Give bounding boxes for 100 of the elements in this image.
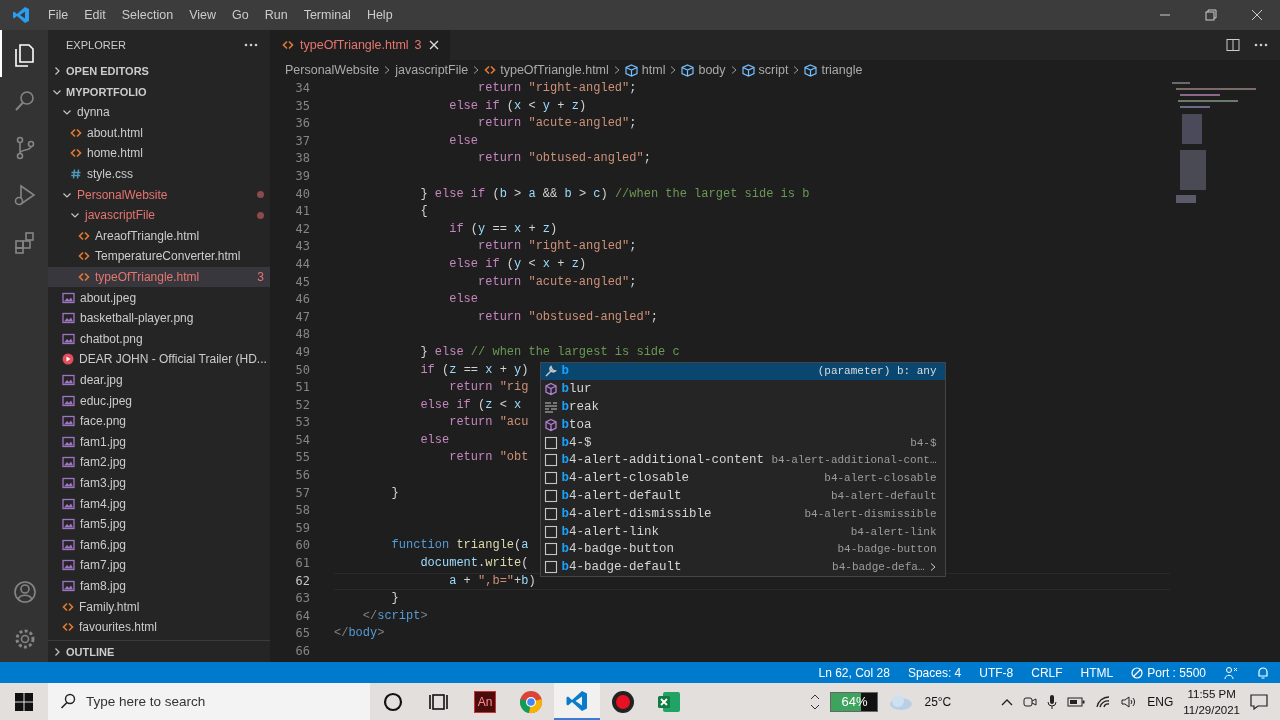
line-number: 55 (294, 449, 310, 467)
tree-item[interactable]: about.jpeg (48, 287, 270, 308)
tree-item[interactable]: fam5.jpg (48, 513, 270, 535)
breadcrumb[interactable]: triangle (804, 63, 863, 77)
suggestion-item[interactable]: b4-alert-dismissible b4-alert-dismissible (540, 504, 945, 523)
tree-item[interactable]: fam2.jpg (48, 452, 270, 473)
tree-item[interactable]: fam6.jpg (48, 534, 270, 556)
breadcrumb[interactable]: typeOfTriangle.html (484, 63, 609, 77)
suggestion-item[interactable]: b4-alert-additional-content b4-alert-additional-cont… (540, 451, 945, 470)
tree-item[interactable]: face.png (48, 410, 270, 432)
tree-item[interactable]: DEAR JOHN - Official Trailer (HD... (48, 349, 270, 370)
breadcrumb[interactable]: PersonalWebsite (285, 63, 380, 77)
code-line: function triangle(a (390, 537, 529, 555)
suggestion-item[interactable]: btoa (540, 416, 945, 434)
line-number: 36 (294, 115, 310, 133)
menu-item[interactable]: Run (256, 4, 296, 26)
tree-item[interactable]: fam1.jpg (48, 431, 270, 453)
suggestion-item[interactable]: b4-alert-default b4-alert-default (540, 487, 945, 505)
line-number: 40 (294, 185, 310, 203)
folder-row[interactable]: dynna (48, 102, 270, 123)
folder-row[interactable]: PersonalWebsite (48, 184, 270, 205)
tree-item[interactable]: Family.html (48, 596, 270, 617)
tree-item[interactable]: style.css (48, 163, 270, 185)
tree-item[interactable]: about.html (48, 122, 270, 144)
clock-date: 11/29/2021 (1183, 702, 1240, 718)
tree-item[interactable]: dear.jpg (48, 369, 270, 391)
split-editor-icon (1226, 38, 1240, 52)
language-indicator[interactable]: ENG (1147, 694, 1174, 709)
tree-item[interactable]: home.html (48, 143, 270, 164)
code-line: document.write( (419, 555, 529, 573)
suggestion-item[interactable]: break (540, 398, 945, 416)
code-line: return "acu (448, 414, 529, 432)
battery-icon (1067, 696, 1086, 707)
chrome-icon (519, 689, 543, 714)
suggestion-item[interactable]: b4-alert-closable b4-alert-closable (540, 469, 945, 488)
breadcrumb[interactable]: html (624, 63, 666, 77)
chevron-icon (612, 65, 621, 75)
tree-item[interactable]: basketball-player.png (48, 307, 270, 329)
suggestion-item[interactable]: blur (540, 380, 945, 399)
editor-tab[interactable]: typeOfTriangle.html 3 (270, 30, 450, 60)
code-brackets-icon (70, 126, 82, 139)
breadcrumb[interactable]: javascriptFile (395, 63, 469, 77)
suggestion-item[interactable]: b4-badge-button b4-badge-button (540, 540, 945, 559)
menu-item[interactable]: Terminal (295, 4, 359, 26)
breadcrumb[interactable]: body (681, 63, 726, 77)
square-icon (543, 435, 558, 450)
cube-icon (543, 382, 558, 397)
code-brackets-icon (282, 39, 294, 51)
status-item[interactable]: Ln 62, Col 28 (818, 665, 890, 680)
chevron-icon (669, 65, 678, 75)
line-number: 39 (294, 167, 310, 185)
tree-item[interactable]: fam3.jpg (48, 472, 270, 494)
menu-item[interactable]: Selection (113, 4, 182, 26)
search-field[interactable]: Type here to search (48, 683, 370, 720)
menu-item[interactable]: Edit (76, 4, 114, 26)
status-item[interactable]: UTF-8 (979, 665, 1014, 680)
image-icon (62, 456, 75, 469)
menu-item[interactable]: View (181, 4, 224, 26)
section-header[interactable]: MYPORTFOLIO (48, 81, 270, 102)
section-header[interactable]: OPEN EDITORS (48, 60, 270, 81)
code-line: </body> (334, 625, 385, 643)
tree-item[interactable]: fam7.jpg (48, 555, 270, 576)
status-item[interactable]: HTML (1080, 665, 1114, 680)
line-number: 57 (294, 484, 310, 502)
suggestion-item[interactable]: b (parameter) b: any (540, 362, 945, 381)
image-icon (62, 332, 75, 345)
code-line: if (y == x + z) (448, 220, 558, 238)
tree-item[interactable]: educ.jpeg (48, 390, 270, 411)
line-number: 34 (294, 80, 310, 97)
line-number: 61 (294, 555, 310, 573)
tree-item[interactable]: favourites.html (48, 616, 270, 638)
code-line: else (448, 291, 479, 309)
folder-row[interactable]: javascriptFile (48, 204, 270, 226)
taskbar-app[interactable]: An (462, 683, 508, 720)
code-line: } (390, 484, 399, 502)
tree-item[interactable]: fam8.jpg (48, 575, 270, 597)
status-item[interactable]: Spaces: 4 (907, 665, 962, 680)
chevron-icon[interactable] (928, 562, 937, 573)
image-icon (62, 538, 75, 551)
status-item[interactable]: CRLF (1031, 665, 1063, 680)
suggestion-item[interactable]: b4-alert-link b4-alert-link (540, 522, 945, 541)
status-dot (257, 211, 264, 219)
suggestion-item[interactable]: b4-$ b4-$ (540, 433, 945, 452)
line-number: 63 (294, 590, 310, 608)
square-icon (543, 471, 558, 486)
section-header[interactable]: OUTLINE (48, 641, 270, 662)
code-line: return "right-angled"; (477, 80, 637, 97)
tree-item[interactable]: chatbot.png (48, 328, 270, 350)
menu-item[interactable]: Help (358, 4, 401, 26)
port-status[interactable]: Port : 5500 (1131, 665, 1206, 680)
code-line: } else if (b > a && b > c) //when the larget side is b (419, 185, 810, 203)
menu-item[interactable]: Go (224, 4, 257, 26)
menu-item[interactable]: File (40, 4, 77, 26)
code-line: } (390, 590, 399, 608)
breadcrumb[interactable]: script (741, 63, 789, 77)
tree-item[interactable]: TemperatureConverter.html (48, 246, 270, 267)
tree-item[interactable]: typeOfTriangle.html 3 (48, 266, 270, 288)
tree-item[interactable]: AreaofTriangle.html (48, 225, 270, 247)
image-icon (62, 559, 75, 572)
tree-item[interactable]: fam4.jpg (48, 493, 270, 514)
